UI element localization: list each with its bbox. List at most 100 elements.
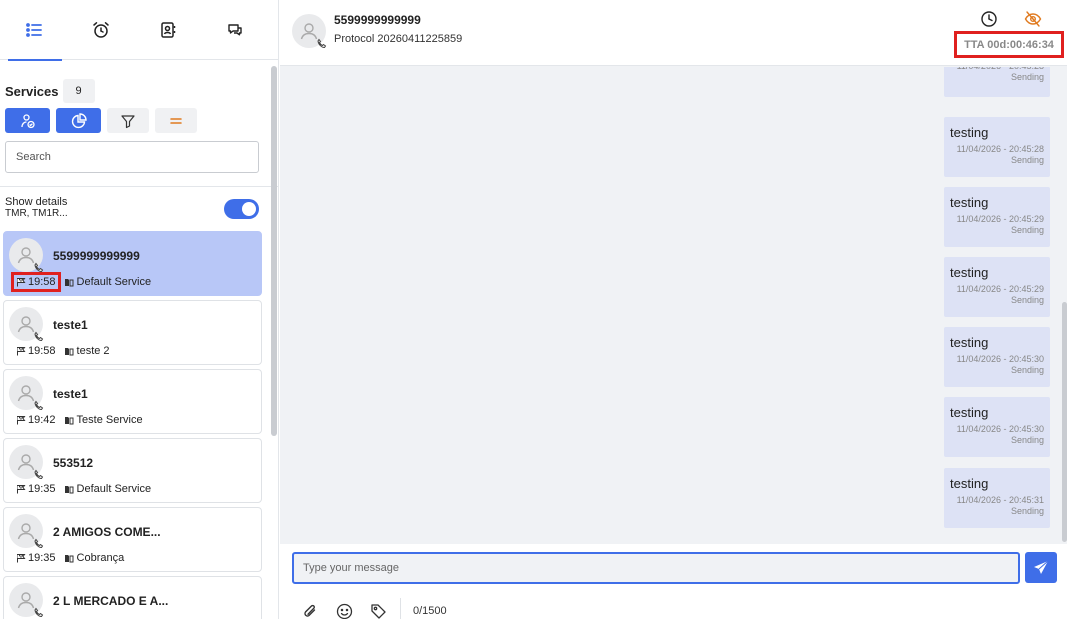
- phone-icon: [34, 400, 44, 411]
- message-status: Sending: [1010, 72, 1044, 82]
- chat-panel: 5599999999999 Protocol 20260411225859 TT…: [280, 0, 1067, 619]
- sort-lines-icon: [170, 117, 182, 124]
- sort-button[interactable]: [155, 108, 197, 133]
- tag-icon[interactable]: [370, 603, 387, 619]
- alarm-clock-icon: [92, 22, 109, 38]
- user-check-icon: [20, 113, 35, 128]
- services-title: Services: [5, 83, 59, 99]
- services-header: Services 9: [5, 79, 95, 103]
- show-details-toggle[interactable]: [224, 199, 259, 219]
- avatar: [9, 583, 44, 618]
- phone-icon: [34, 607, 44, 618]
- pie-chart-filter-button[interactable]: [56, 108, 101, 133]
- phone-icon: [34, 331, 44, 342]
- message-bubble: testing 11/04/2026 - 20:45:29 Sending: [944, 257, 1050, 317]
- message-input[interactable]: [292, 552, 1020, 584]
- message-bubble: 11/04/2026 - 20:45:28Sending: [944, 67, 1050, 97]
- message-bubble: testing 11/04/2026 - 20:45:29 Sending: [944, 187, 1050, 247]
- show-details-label-group: Show details TMR, TM1R...: [5, 196, 68, 220]
- conversation-name: teste1: [53, 318, 88, 332]
- conversation-card[interactable]: 2 L MERCADO E A...: [3, 576, 262, 619]
- conversation-service: Cobrança: [64, 552, 124, 564]
- character-counter: 0/1500: [413, 605, 447, 617]
- conversation-service: Default Service: [64, 483, 151, 495]
- user-filter-button[interactable]: [5, 108, 50, 133]
- paperclip-icon[interactable]: [302, 603, 319, 619]
- avatar: [9, 376, 44, 411]
- tab-contacts[interactable]: [134, 0, 201, 60]
- filter-toolbar: [5, 108, 197, 133]
- conversation-card[interactable]: teste1 19:42 Teste Service: [3, 369, 262, 434]
- conversation-meta: 19:35 Cobrança: [14, 551, 124, 565]
- phone-icon: [34, 469, 44, 480]
- chat-header: 5599999999999 Protocol 20260411225859 TT…: [280, 0, 1067, 66]
- message-status: Sending: [1010, 155, 1044, 165]
- conversation-name: 2 L MERCADO E A...: [53, 594, 169, 608]
- chat-bubbles-icon: [227, 24, 242, 36]
- avatar: [9, 445, 44, 480]
- contacts-icon: [160, 22, 175, 38]
- message-bubble: testing 11/04/2026 - 20:45:28 Sending: [944, 117, 1050, 177]
- conversation-card[interactable]: teste1 19:58 teste 2: [3, 300, 262, 365]
- conversation-name: 553512: [53, 456, 94, 470]
- message-text: testing: [950, 405, 989, 420]
- conversation-time-text: 19:58: [28, 276, 56, 288]
- emoji-icon[interactable]: [336, 603, 353, 619]
- conversation-card[interactable]: 553512 19:35 Default Service: [3, 438, 262, 503]
- conversation-card[interactable]: 2 AMIGOS COME... 19:35 Cobrança: [3, 507, 262, 572]
- message-timestamp: 11/04/2026 - 20:45:30: [956, 354, 1044, 364]
- tab-list[interactable]: [0, 0, 67, 61]
- sidebar-tabs: [0, 0, 278, 61]
- avatar: [9, 307, 44, 342]
- message-scrollbar[interactable]: [1062, 302, 1067, 542]
- eye-off-icon[interactable]: [1024, 10, 1042, 28]
- funnel-filter-button[interactable]: [107, 108, 149, 133]
- flag-icon: [17, 278, 26, 287]
- flag-icon: [17, 347, 26, 356]
- message-status: Sending: [1010, 225, 1044, 235]
- conversation-time: 19:35: [14, 482, 58, 496]
- tab-alarms[interactable]: [67, 0, 134, 60]
- sidebar-scrollbar[interactable]: [271, 66, 277, 436]
- tab-chats[interactable]: [201, 0, 268, 60]
- avatar: [9, 514, 44, 549]
- service-icon: [64, 279, 74, 287]
- flag-icon: [17, 554, 26, 563]
- conversation-service: Teste Service: [64, 414, 143, 426]
- conversation-service: Default Service: [64, 276, 152, 288]
- avatar: [9, 238, 44, 273]
- avatar: [292, 14, 327, 49]
- conversation-service-text: Default Service: [76, 276, 152, 288]
- message-timestamp: 11/04/2026 - 20:45:29: [956, 214, 1044, 224]
- message-timestamp: 11/04/2026 - 20:45:29: [956, 284, 1044, 294]
- message-text: testing: [950, 476, 989, 491]
- conversation-time-text: 19:58: [28, 345, 56, 357]
- conversation-time-text: 19:35: [28, 483, 56, 495]
- flag-icon: [17, 416, 26, 425]
- tools-separator: [400, 598, 401, 619]
- conversation-meta: 19:35 Default Service: [14, 482, 151, 496]
- service-icon: [64, 417, 74, 425]
- search-input[interactable]: [5, 141, 259, 173]
- conversation-service-text: Teste Service: [76, 414, 143, 426]
- contact-name: 5599999999999: [334, 13, 421, 27]
- clock-icon[interactable]: [980, 10, 998, 28]
- conversation-service: teste 2: [64, 345, 110, 357]
- divider: [0, 186, 278, 187]
- message-text: testing: [950, 125, 989, 140]
- conversation-time: 19:58: [14, 344, 58, 358]
- flag-icon: [17, 485, 26, 494]
- message-timestamp: 11/04/2026 - 20:45:30: [956, 424, 1044, 434]
- show-details-sublabel: TMR, TM1R...: [5, 208, 68, 219]
- service-icon: [64, 348, 74, 356]
- conversation-name: teste1: [53, 387, 88, 401]
- list-icon: [25, 23, 42, 37]
- message-bubble: testing 11/04/2026 - 20:45:30 Sending: [944, 397, 1050, 457]
- services-count-badge: 9: [62, 79, 95, 103]
- phone-icon: [34, 538, 44, 549]
- message-bubble: testing 11/04/2026 - 20:45:31 Sending: [944, 468, 1050, 528]
- send-button[interactable]: [1025, 552, 1057, 583]
- tta-timer: TTA 00d:00:46:34: [954, 31, 1064, 58]
- conversation-meta: 19:58 teste 2: [14, 344, 110, 358]
- conversation-card[interactable]: 5599999999999 19:58 Default Service: [3, 231, 262, 296]
